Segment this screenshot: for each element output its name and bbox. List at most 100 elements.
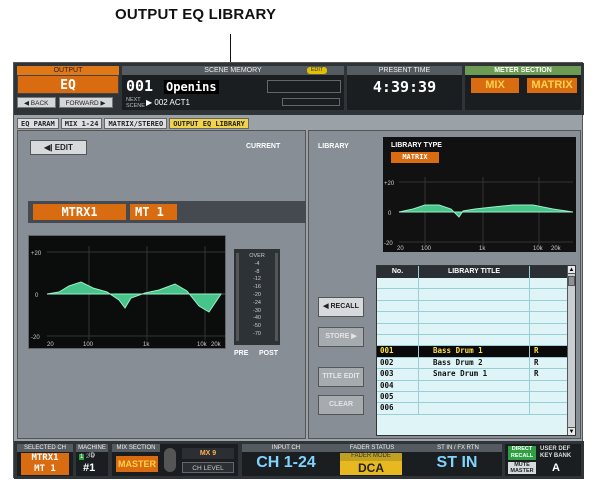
table-row[interactable]: 004 xyxy=(377,380,575,392)
row-flag xyxy=(530,381,567,391)
scroll-down-icon[interactable]: ▼ xyxy=(568,427,575,435)
table-row[interactable] xyxy=(377,278,575,290)
tab-mix-1-24[interactable]: MIX 1-24 xyxy=(60,118,103,129)
library-label: LIBRARY xyxy=(318,143,349,150)
scene-memory[interactable]: SCENE MEMORY EDIT 001 Openins NEXT SCENE… xyxy=(122,66,344,110)
row-flag xyxy=(530,403,567,413)
row-no xyxy=(377,300,419,312)
ch-level-button[interactable]: CH LEVEL xyxy=(182,462,234,473)
selected-ch-block[interactable]: SELECTED CH MTRX1 MT 1 xyxy=(17,444,73,476)
scroll-thumb[interactable] xyxy=(568,276,575,286)
current-panel: ◀| EDIT CURRENT MTRX1 MT 1 +20 0 -20 20 … xyxy=(17,130,306,439)
st-in-value[interactable]: ST IN xyxy=(418,454,496,472)
tab-output-eq-library[interactable]: OUTPUT EQ LIBRARY xyxy=(169,118,249,129)
row-no: 006 xyxy=(377,403,419,414)
table-row[interactable] xyxy=(377,312,575,324)
output-value-button[interactable]: EQ xyxy=(17,75,119,94)
bottom-bar: SELECTED CH MTRX1 MT 1 MACHINE ID 1 2 3 … xyxy=(14,441,584,479)
meter-tick: -30 xyxy=(253,307,261,314)
table-row[interactable] xyxy=(377,300,575,313)
table-row[interactable]: 002 Bass Drum 2 R xyxy=(377,357,575,370)
fader-mode-value[interactable]: DCA xyxy=(340,461,402,475)
current-eq-graph: +20 0 -20 20 100 1k 10k 20k xyxy=(28,235,226,349)
row-flag xyxy=(530,312,567,322)
meter-tick: -16 xyxy=(253,284,261,291)
recall-button[interactable]: ◀ RECALL xyxy=(318,297,364,317)
channel-name-button[interactable]: MTRX1 xyxy=(33,204,126,220)
meter-bar-post xyxy=(275,253,278,341)
user-def-value[interactable]: A xyxy=(552,462,560,474)
back-button[interactable]: ◀ BACK xyxy=(17,97,56,108)
tab-eq-param[interactable]: EQ PARAM xyxy=(17,118,59,129)
row-title xyxy=(419,391,530,403)
callout-title: OUTPUT EQ LIBRARY xyxy=(115,6,277,23)
title-edit-button[interactable]: TITLE EDIT xyxy=(318,367,364,387)
post-label: POST xyxy=(259,350,279,357)
clear-button[interactable]: CLEAR xyxy=(318,395,364,415)
input-ch-value[interactable]: CH 1-24 xyxy=(246,454,326,472)
x-label-100: 100 xyxy=(83,342,94,348)
current-label: CURRENT xyxy=(246,143,281,150)
direct-recall-button[interactable]: DIRECT RECALL xyxy=(508,446,536,460)
present-time: PRESENT TIME 4:39:39 xyxy=(347,66,462,110)
scene-info-box-small xyxy=(282,98,340,106)
row-title: Snare Drum 1 xyxy=(419,369,530,380)
x-label-1k: 1k xyxy=(143,342,150,348)
meter-tick: -8 xyxy=(254,268,260,275)
machine-num: 2 xyxy=(86,454,90,460)
selected-ch-line1: MTRX1 xyxy=(31,453,59,463)
table-scrollbar[interactable]: ▲ ▼ xyxy=(567,266,575,435)
row-flag xyxy=(530,335,567,345)
table-row[interactable]: 006 xyxy=(377,403,575,415)
header-flag xyxy=(530,266,567,278)
tab-matrix-stereo[interactable]: MATRIX/STEREO xyxy=(104,118,168,129)
x-label-20k: 20k xyxy=(211,342,222,348)
row-no: 004 xyxy=(377,380,419,391)
y-label-mid: 0 xyxy=(35,293,39,299)
meter-mix-button[interactable]: MIX xyxy=(471,78,519,93)
meter-section-header: METER SECTION xyxy=(465,66,581,75)
scene-name: Openins xyxy=(164,80,219,94)
table-row[interactable]: 005 xyxy=(377,391,575,404)
row-no xyxy=(377,323,419,334)
machine-num: 3 xyxy=(91,454,95,460)
store-button[interactable]: STORE ▶ xyxy=(318,327,364,347)
lib-x-20k: 20k xyxy=(551,246,562,252)
row-title xyxy=(419,323,530,334)
row-flag: R xyxy=(534,369,539,379)
row-no xyxy=(377,334,419,346)
meter-tick: -4 xyxy=(254,260,260,267)
console-screen: OUTPUT EQ ◀ BACK FORWARD ▶ SCENE MEMORY … xyxy=(13,62,584,479)
meter-tick: -40 xyxy=(253,315,261,322)
forward-button[interactable]: FORWARD ▶ xyxy=(58,97,113,108)
mix-section-value[interactable]: MASTER xyxy=(116,456,158,472)
mute-master-button[interactable]: MUTE MASTER xyxy=(508,462,536,474)
lib-y-mid: 0 xyxy=(388,211,392,217)
edit-badge: EDIT xyxy=(307,67,327,74)
row-no: 003 xyxy=(377,369,419,380)
lib-y-top: +20 xyxy=(384,181,395,187)
x-label-10k: 10k xyxy=(197,342,208,348)
tab-bar: EQ PARAM MIX 1-24 MATRIX/STEREO OUTPUT E… xyxy=(17,118,249,129)
time-display: 4:39:39 xyxy=(372,78,437,96)
row-no xyxy=(377,278,419,289)
table-row[interactable] xyxy=(377,289,575,301)
table-row[interactable]: 003 Snare Drum 1 R xyxy=(377,369,575,381)
row-flag xyxy=(530,289,567,299)
mx-value[interactable]: MX 9 xyxy=(182,448,234,459)
meter-matrix-button[interactable]: MATRIX xyxy=(527,78,577,93)
output-block: OUTPUT EQ ◀ BACK FORWARD ▶ xyxy=(17,66,119,110)
header-title: LIBRARY TITLE xyxy=(419,266,530,278)
channel-bar: MTRX1 MT 1 xyxy=(28,201,306,223)
table-row[interactable] xyxy=(377,323,575,335)
table-header: No. LIBRARY TITLE xyxy=(377,266,575,278)
row-title xyxy=(419,403,530,414)
edit-button[interactable]: ◀| EDIT xyxy=(30,140,87,155)
lib-x-10k: 10k xyxy=(533,246,544,252)
lib-y-bottom: -20 xyxy=(384,241,393,247)
scroll-up-icon[interactable]: ▲ xyxy=(568,266,575,274)
table-row-selected[interactable]: 001 Bass Drum 1 R xyxy=(377,346,575,358)
row-no: 005 xyxy=(377,391,419,403)
table-row[interactable] xyxy=(377,334,575,347)
pre-label: PRE xyxy=(234,350,249,357)
